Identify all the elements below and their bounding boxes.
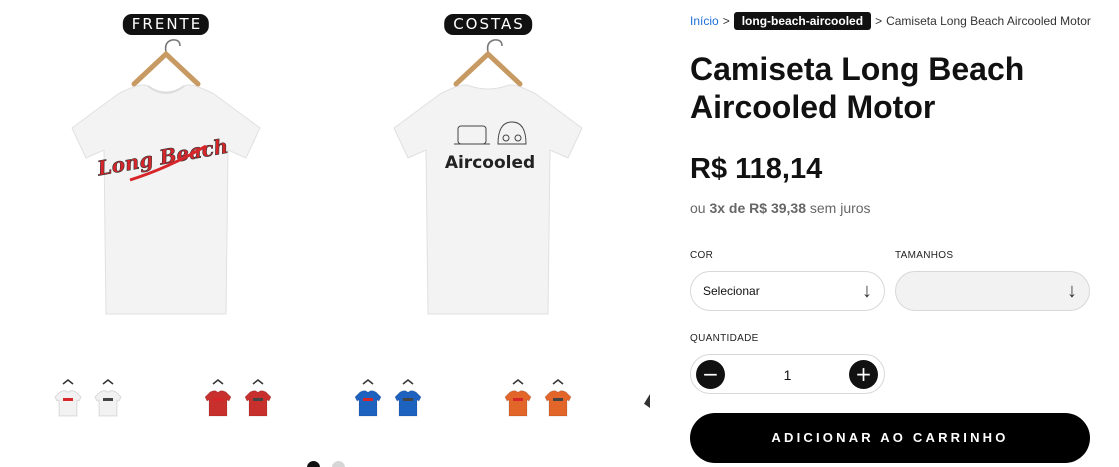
installments-suffix: sem juros — [809, 200, 871, 216]
quantity-increase-button[interactable]: + — [849, 360, 878, 389]
thumbnail-red[interactable] — [188, 378, 288, 428]
product-image-front[interactable]: FRENTE Long Beach — [56, 10, 276, 320]
product-title: Camiseta Long Beach Aircooled Motor — [690, 51, 1025, 125]
size-select[interactable]: ↓ — [895, 271, 1090, 311]
color-select-value: Selecionar — [703, 284, 760, 298]
color-label: COR — [690, 250, 714, 261]
thumbnail-blue[interactable] — [338, 378, 438, 428]
thumbnail-next-arrow-icon[interactable] — [644, 394, 650, 408]
front-view-label: FRENTE — [122, 14, 210, 35]
breadcrumb-home-link[interactable]: Início — [690, 14, 719, 28]
color-select[interactable]: Selecionar ↓ — [690, 271, 885, 311]
tshirt-back-image: Aircooled — [393, 39, 583, 315]
installments-prefix: ou — [690, 200, 706, 216]
thumbnail-white[interactable] — [38, 378, 138, 428]
add-to-cart-button[interactable]: ADICIONAR AO CARRINHO — [690, 413, 1090, 463]
breadcrumb-current: Camiseta Long Beach Aircooled Motor — [886, 14, 1091, 28]
back-print-text: Aircooled — [445, 153, 535, 173]
breadcrumb-separator: > — [875, 14, 883, 28]
thumbnail-orange[interactable] — [488, 378, 588, 428]
quantity-stepper: − 1 + — [690, 354, 885, 394]
installments-info: ou 3x de R$ 39,38 sem juros — [690, 200, 871, 216]
breadcrumb: Início > long-beach-aircooled > Camiseta… — [690, 12, 1091, 30]
size-label: TAMANHOS — [895, 250, 954, 261]
back-view-label: COSTAS — [444, 14, 532, 35]
carousel-dots — [307, 461, 345, 467]
carousel-dot-2[interactable] — [332, 461, 345, 467]
carousel-dot-1[interactable] — [307, 461, 320, 467]
installments-value: 3x de R$ 39,38 — [709, 200, 806, 216]
breadcrumb-collection-link[interactable]: long-beach-aircooled — [733, 12, 872, 30]
breadcrumb-separator: > — [722, 14, 730, 28]
product-image-back[interactable]: COSTAS Aircooled — [378, 10, 598, 320]
tshirt-front-image: Long Beach — [71, 39, 261, 315]
quantity-label: QUANTIDADE — [690, 333, 759, 344]
product-price: R$ 118,14 — [690, 153, 823, 185]
thumbnail-strip — [30, 378, 660, 428]
arrow-down-icon: ↓ — [1067, 280, 1077, 302]
arrow-down-icon: ↓ — [862, 280, 872, 302]
